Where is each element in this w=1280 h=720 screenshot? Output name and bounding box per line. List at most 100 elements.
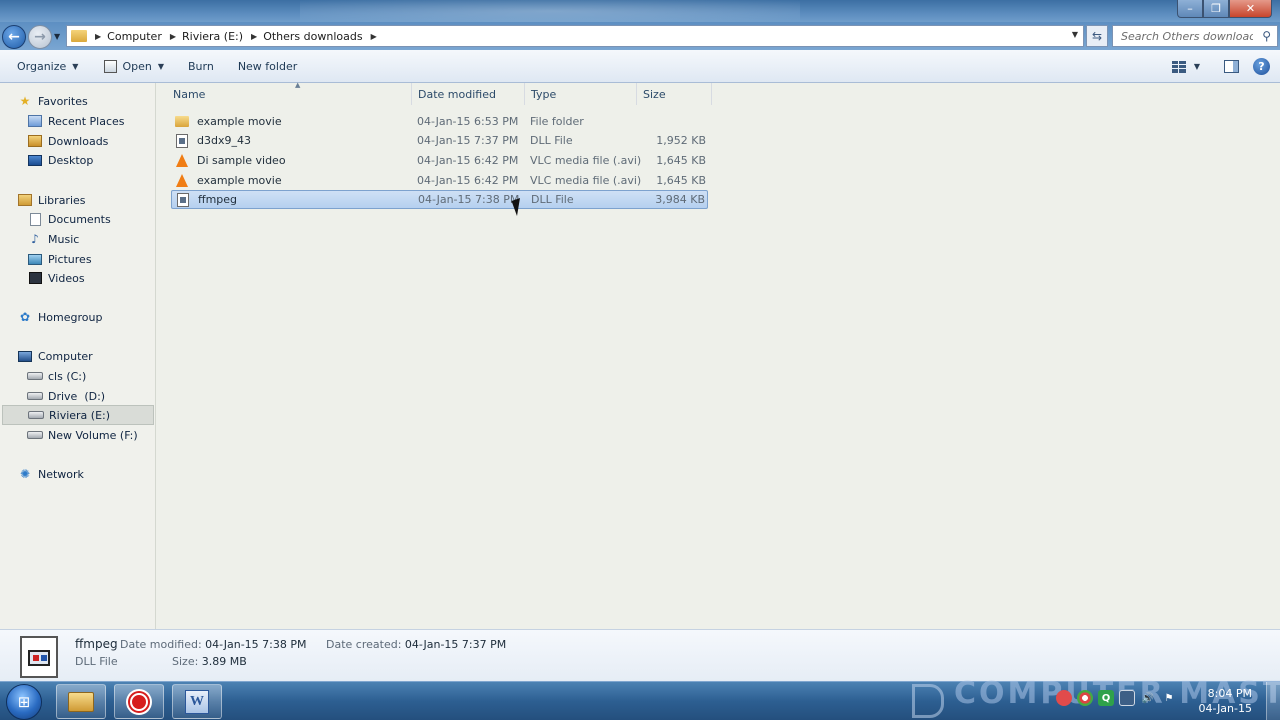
help-icon[interactable]: ? xyxy=(1253,58,1270,75)
file-date: 04-Jan-15 7:38 PM xyxy=(418,193,520,206)
column-label: Date modified xyxy=(418,87,496,101)
volume-icon[interactable]: 🔊 xyxy=(1140,690,1156,706)
taskbar: ⊞ W COMPUTER MASTER Q 🔊 ⚑ 8:04 PM 04-Jan… xyxy=(0,676,1280,720)
taskbar-explorer[interactable] xyxy=(56,684,106,719)
windows-logo-icon: ⊞ xyxy=(17,693,31,711)
chevron-right-icon[interactable]: ▶ xyxy=(170,32,176,41)
flag-icon[interactable]: ⚑ xyxy=(1161,690,1177,706)
file-row-selected[interactable]: ffmpeg 04-Jan-15 7:38 PM DLL File 3,984 … xyxy=(171,190,708,209)
explorer-icon xyxy=(68,691,94,712)
clock-date: 04-Jan-15 xyxy=(1198,702,1252,715)
nav-libraries[interactable]: Libraries xyxy=(0,190,156,210)
column-label: Type xyxy=(531,87,557,101)
nav-homegroup[interactable]: ✿ Homegroup xyxy=(0,307,156,327)
music-icon: ♪ xyxy=(31,232,39,246)
nav-downloads[interactable]: Downloads xyxy=(0,131,156,151)
column-header-date[interactable]: Date modified xyxy=(412,83,525,105)
file-row[interactable]: example movie 04-Jan-15 6:53 PM File fol… xyxy=(171,112,708,131)
burn-button[interactable]: Burn xyxy=(180,50,222,83)
breadcrumb-riviera[interactable]: Riviera (E:) xyxy=(182,30,243,43)
chevron-right-icon[interactable]: ▶ xyxy=(95,32,101,41)
nav-label: Pictures xyxy=(48,252,92,266)
nav-recent-places[interactable]: Recent Places xyxy=(0,111,156,131)
taskbar-word[interactable]: W xyxy=(172,684,222,719)
breadcrumb-computer[interactable]: Computer xyxy=(107,30,162,43)
monitor-tray-icon[interactable] xyxy=(1119,690,1135,706)
search-input[interactable] xyxy=(1121,29,1253,43)
details-value: 04-Jan-15 7:37 PM xyxy=(404,638,507,651)
organize-button[interactable]: Organize ▼ xyxy=(9,50,86,83)
downloads-icon xyxy=(27,134,43,148)
back-button[interactable]: ← xyxy=(2,25,26,49)
open-label: Open xyxy=(122,59,152,73)
change-view-button[interactable]: ▼ xyxy=(1171,60,1200,73)
nav-drive-c[interactable]: cls (C:) xyxy=(0,366,156,386)
file-size: 1,645 KB xyxy=(656,174,706,187)
file-size: 1,952 KB xyxy=(656,134,706,147)
file-type: VLC media file (.avi) xyxy=(530,174,642,187)
file-list[interactable]: ▲ Name Date modified Type Size example m… xyxy=(157,81,1280,629)
breadcrumb-others-downloads[interactable]: Others downloads xyxy=(263,30,362,43)
navigation-pane: ★ Favorites Recent Places Downloads Desk… xyxy=(0,83,156,629)
column-header-type[interactable]: Type xyxy=(525,83,637,105)
nav-label: Libraries xyxy=(38,193,86,207)
nav-network[interactable]: ✺ Network xyxy=(0,464,156,484)
address-history-dropdown[interactable]: ▼ xyxy=(1072,30,1078,39)
nav-favorites[interactable]: ★ Favorites xyxy=(0,91,156,111)
search-icon[interactable]: ⚲ xyxy=(1262,29,1271,43)
nav-drive-e[interactable]: Riviera (E:) xyxy=(2,405,154,425)
chrome-tray-icon[interactable] xyxy=(1077,690,1093,706)
nav-videos[interactable]: Videos xyxy=(0,268,156,288)
nav-drive-f[interactable]: New Volume (F:) xyxy=(0,425,156,445)
organize-label: Organize xyxy=(17,59,67,73)
recent-pages-dropdown[interactable]: ▼ xyxy=(54,32,60,41)
column-header-name[interactable]: ▲ Name xyxy=(167,81,412,105)
chevron-right-icon[interactable]: ▶ xyxy=(251,32,257,41)
file-type: DLL File xyxy=(530,134,573,147)
open-button[interactable]: Open ▼ xyxy=(96,50,172,83)
address-bar[interactable]: ▶ Computer ▶ Riviera (E:) ▶ Others downl… xyxy=(66,25,1084,47)
folder-icon xyxy=(71,30,87,42)
details-label: Size: xyxy=(172,655,199,668)
close-button[interactable]: ✕ xyxy=(1229,0,1272,18)
refresh-button[interactable]: ⇆ xyxy=(1086,25,1108,47)
nav-label: Network xyxy=(38,467,84,481)
search-box[interactable]: ⚲ xyxy=(1112,25,1278,47)
file-row[interactable]: Di sample video 04-Jan-15 6:42 PM VLC me… xyxy=(171,151,708,170)
recent-places-icon xyxy=(27,114,43,128)
nav-documents[interactable]: Documents xyxy=(0,209,156,229)
nav-desktop[interactable]: Desktop xyxy=(0,150,156,170)
chevron-right-icon[interactable]: ▶ xyxy=(371,32,377,41)
new-folder-button[interactable]: New folder xyxy=(230,50,305,83)
file-row[interactable]: example movie 04-Jan-15 6:42 PM VLC medi… xyxy=(171,171,708,190)
forward-button[interactable]: → xyxy=(28,25,52,49)
libraries-icon xyxy=(17,193,33,207)
nav-drive-d[interactable]: Drive (D:) xyxy=(0,386,156,406)
preview-pane-icon[interactable] xyxy=(1224,60,1239,73)
refresh-icon: ⇆ xyxy=(1091,29,1103,43)
show-desktop-button[interactable] xyxy=(1266,682,1280,720)
record-tray-icon[interactable] xyxy=(1056,690,1072,706)
nav-label: Favorites xyxy=(38,94,88,108)
maximize-button[interactable]: ❐ xyxy=(1203,0,1229,18)
details-pane: ffmpeg DLL File Date modified: 04-Jan-15… xyxy=(0,629,1280,681)
q-tray-icon[interactable]: Q xyxy=(1098,690,1114,706)
file-row[interactable]: d3dx9_43 04-Jan-15 7:37 PM DLL File 1,95… xyxy=(171,131,708,150)
file-name: d3dx9_43 xyxy=(197,134,251,147)
details-label: Date modified: xyxy=(120,638,202,651)
file-date: 04-Jan-15 6:42 PM xyxy=(417,174,519,187)
start-button[interactable]: ⊞ xyxy=(6,684,42,720)
column-header-size[interactable]: Size xyxy=(637,83,712,105)
nav-music[interactable]: ♪ Music xyxy=(0,229,156,249)
sort-ascending-icon: ▲ xyxy=(295,81,301,89)
minimize-button[interactable]: – xyxy=(1177,0,1203,18)
chevron-down-icon[interactable]: ▼ xyxy=(1194,62,1200,71)
column-label: Name xyxy=(173,87,206,101)
new-folder-label: New folder xyxy=(237,59,298,73)
watermark-logo xyxy=(912,684,944,718)
nav-pictures[interactable]: Pictures xyxy=(0,249,156,269)
taskbar-recorder[interactable] xyxy=(114,684,164,719)
nav-computer[interactable]: Computer xyxy=(0,346,156,366)
clock[interactable]: 8:04 PM 04-Jan-15 xyxy=(1198,686,1252,716)
documents-icon xyxy=(27,212,43,226)
